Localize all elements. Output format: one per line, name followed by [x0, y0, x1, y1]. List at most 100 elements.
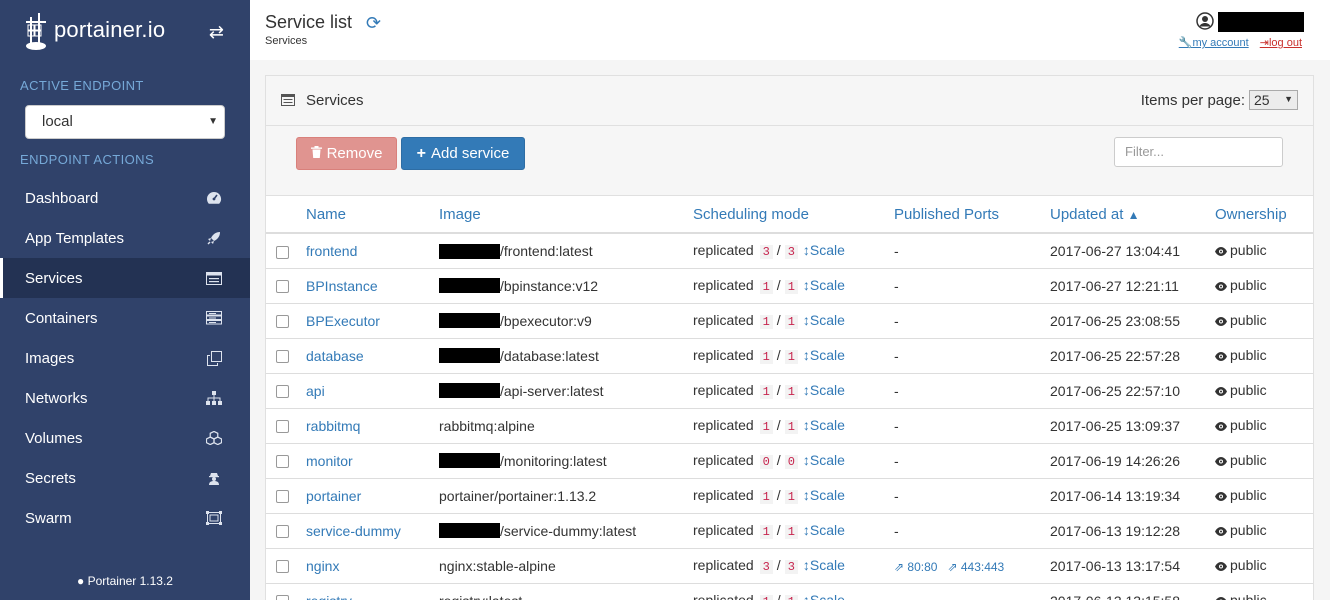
user-links: 🔧my account ⇥log out — [1179, 36, 1302, 49]
image-registry-redacted — [439, 313, 500, 329]
add-service-button[interactable]: + Add service — [401, 137, 525, 170]
object-group-icon — [206, 510, 222, 526]
row-checkbox[interactable] — [276, 455, 289, 469]
image-cell: rabbitmq:alpine — [439, 408, 693, 444]
eye-icon — [1215, 558, 1227, 574]
scheduling-mode-cell: replicated 0/0 ↕Scale — [693, 443, 894, 479]
service-name-link[interactable]: BPInstance — [306, 278, 378, 294]
image-registry-redacted — [439, 278, 500, 294]
sidebar-item-images[interactable]: Images — [0, 338, 250, 378]
service-name-cell: nginx — [306, 548, 439, 584]
service-name-link[interactable]: service-dummy — [306, 523, 401, 539]
scale-link[interactable]: ↕Scale — [803, 417, 845, 433]
service-name-cell: BPExecutor — [306, 303, 439, 339]
row-checkbox[interactable] — [276, 525, 289, 539]
scale-link[interactable]: ↕Scale — [803, 242, 845, 258]
services-table: Name Image Scheduling mode Published Por… — [266, 196, 1313, 600]
exchange-icon[interactable]: ⇄ — [209, 22, 224, 43]
sidebar-item-swarm[interactable]: Swarm — [0, 498, 250, 538]
column-header-ownership[interactable]: Ownership — [1215, 196, 1313, 234]
table-header-row: Name Image Scheduling mode Published Por… — [266, 196, 1313, 234]
scale-link[interactable]: ↕Scale — [803, 487, 845, 503]
column-header-scheduling-mode[interactable]: Scheduling mode — [693, 196, 894, 234]
row-checkbox[interactable] — [276, 490, 289, 504]
page-title: Service list — [265, 12, 353, 32]
published-port-link[interactable]: ⇗ 443:443 — [947, 560, 1004, 574]
filter-input[interactable]: Filter... — [1114, 137, 1283, 167]
column-header-name[interactable]: Name — [306, 196, 439, 234]
portainer-logo-icon — [24, 11, 50, 50]
sidebar-item-secrets[interactable]: Secrets — [0, 458, 250, 498]
row-checkbox[interactable] — [276, 385, 289, 399]
service-name-link[interactable]: nginx — [306, 558, 339, 574]
column-header-image[interactable]: Image — [439, 196, 693, 234]
scheduling-mode-cell: replicated 1/1 ↕Scale — [693, 268, 894, 304]
sidebar-item-volumes[interactable]: Volumes — [0, 418, 250, 458]
mode-text: replicated — [693, 242, 754, 259]
image-name: /frontend:latest — [500, 242, 593, 259]
scale-link[interactable]: ↕Scale — [803, 347, 845, 363]
ownership-text: public — [1230, 416, 1267, 433]
service-name-link[interactable]: frontend — [306, 243, 357, 259]
slash-separator: / — [776, 557, 781, 573]
service-name-link[interactable]: rabbitmq — [306, 418, 360, 434]
row-checkbox[interactable] — [276, 595, 289, 600]
remove-button-label: Remove — [326, 145, 383, 162]
scale-link[interactable]: ↕Scale — [803, 522, 845, 538]
sidebar-item-containers[interactable]: Containers — [0, 298, 250, 338]
scheduling-mode-cell: replicated 3/3 ↕Scale — [693, 233, 894, 269]
arrows-v-icon: ↕ — [802, 242, 810, 259]
remove-button[interactable]: Remove — [296, 137, 397, 170]
column-header-updated-at[interactable]: Updated at ▲ — [1050, 196, 1215, 234]
slash-separator: / — [776, 382, 781, 398]
image-cell: /bpexecutor:v9 — [439, 303, 693, 339]
sidebar-item-services[interactable]: Services — [0, 258, 250, 298]
ownership-cell: public — [1215, 548, 1313, 584]
arrows-v-icon: ↕ — [802, 277, 810, 293]
row-checkbox[interactable] — [276, 350, 289, 364]
published-port-link[interactable]: ⇗ 80:80 — [894, 560, 937, 574]
items-per-page-select[interactable]: 25 ▼ — [1249, 90, 1298, 110]
my-account-link[interactable]: 🔧my account — [1179, 37, 1249, 49]
refresh-icon[interactable]: ⟳ — [366, 13, 381, 34]
sidebar-item-label: Swarm — [25, 509, 72, 527]
row-checkbox[interactable] — [276, 420, 289, 434]
scale-link[interactable]: ↕Scale — [803, 592, 845, 600]
scale-link[interactable]: ↕Scale — [803, 452, 845, 468]
scale-link[interactable]: ↕Scale — [803, 382, 845, 398]
scale-link[interactable]: ↕Scale — [803, 312, 845, 328]
trash-icon — [310, 145, 322, 162]
endpoint-select[interactable]: local ▼ — [25, 105, 225, 139]
row-checkbox[interactable] — [276, 560, 289, 574]
sidebar-item-app-templates[interactable]: App Templates — [0, 218, 250, 258]
desired-tasks: 1 — [784, 525, 798, 539]
row-checkbox[interactable] — [276, 245, 289, 259]
column-header-published-ports[interactable]: Published Ports — [894, 196, 1050, 234]
server-icon — [206, 310, 222, 326]
ownership-text: public — [1230, 591, 1267, 600]
arrows-v-icon: ↕ — [802, 382, 810, 398]
published-ports-cell: - — [894, 408, 1050, 444]
scale-link[interactable]: ↕Scale — [803, 277, 845, 293]
items-per-page-value: 25 — [1254, 92, 1270, 108]
endpoint-select-value: local — [42, 113, 73, 130]
sidebar-item-networks[interactable]: Networks — [0, 378, 250, 418]
service-name-link[interactable]: portainer — [306, 488, 361, 504]
image-name: /api-server:latest — [500, 382, 604, 399]
service-name-link[interactable]: database — [306, 348, 364, 364]
row-checkbox[interactable] — [276, 315, 289, 329]
service-name-link[interactable]: registry — [306, 593, 352, 600]
row-checkbox[interactable] — [276, 280, 289, 294]
sidebar-nav: Dashboard App Templates Services Contain… — [0, 178, 250, 538]
sidebar-item-dashboard[interactable]: Dashboard — [0, 178, 250, 218]
running-tasks: 1 — [759, 490, 773, 504]
service-name-cell: monitor — [306, 443, 439, 479]
service-name-cell: api — [306, 373, 439, 409]
image-registry-redacted — [439, 243, 500, 259]
panel-title: Services — [306, 92, 364, 109]
service-name-link[interactable]: api — [306, 383, 325, 399]
service-name-link[interactable]: monitor — [306, 453, 353, 469]
service-name-link[interactable]: BPExecutor — [306, 313, 380, 329]
scale-link[interactable]: ↕Scale — [803, 557, 845, 573]
log-out-link[interactable]: ⇥log out — [1260, 37, 1302, 49]
